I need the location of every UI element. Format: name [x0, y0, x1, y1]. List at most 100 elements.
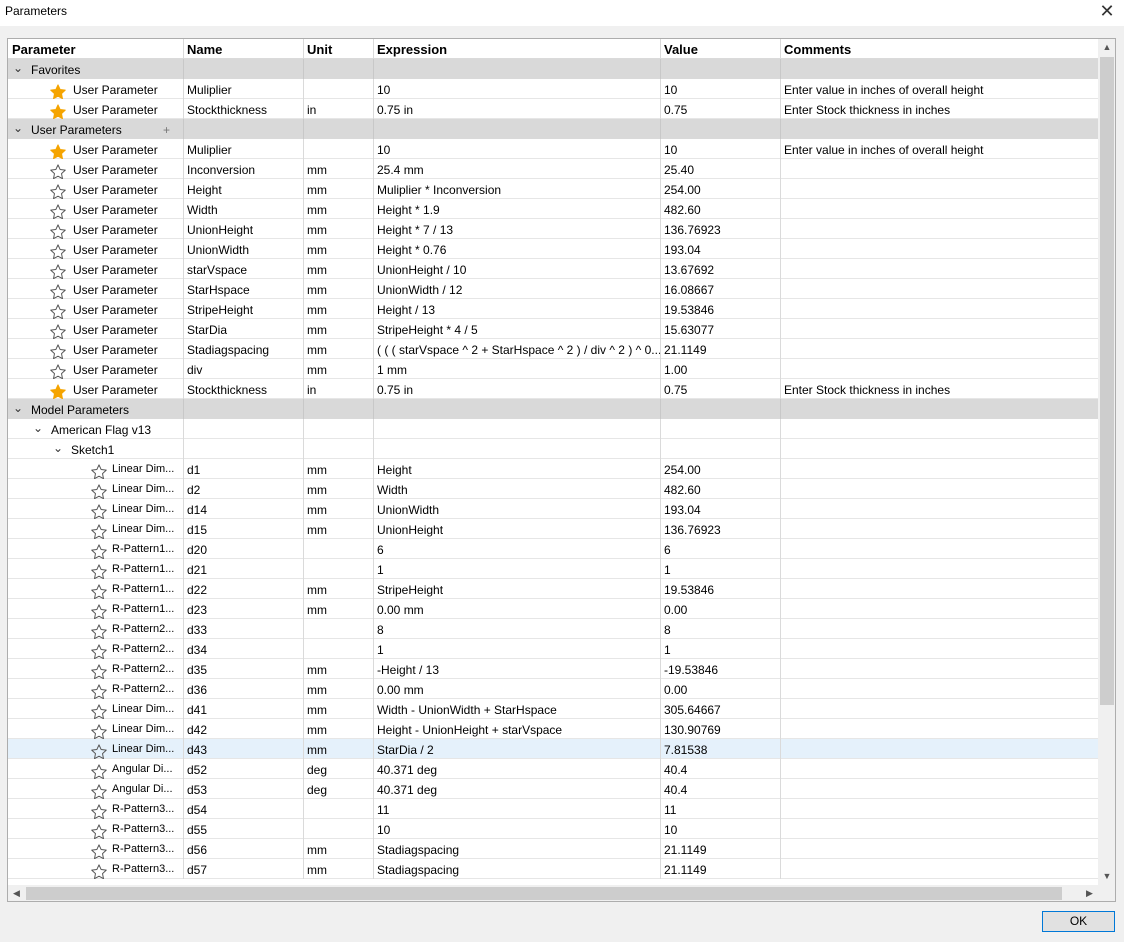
favorite-star-icon[interactable]: [90, 683, 108, 699]
comment-cell[interactable]: [781, 799, 1098, 819]
comment-cell[interactable]: [781, 839, 1098, 859]
group-row[interactable]: ⌄ Model Parameters: [8, 399, 1098, 419]
favorite-star-icon[interactable]: [90, 483, 108, 499]
comment-cell[interactable]: [781, 519, 1098, 539]
horizontal-scroll-thumb[interactable]: [26, 887, 1062, 900]
expression-cell[interactable]: UnionWidth / 12: [374, 279, 661, 299]
comment-cell[interactable]: [781, 819, 1098, 839]
scroll-right-icon[interactable]: ▶: [1081, 885, 1098, 901]
model-parameter-row[interactable]: Linear Dim... d2 mm Width 482.60: [8, 479, 1098, 499]
comment-cell[interactable]: [781, 599, 1098, 619]
comment-cell[interactable]: [781, 279, 1098, 299]
expression-cell[interactable]: StarDia / 2: [374, 739, 661, 759]
model-parameter-row[interactable]: Angular Di... d52 deg 40.371 deg 40.4: [8, 759, 1098, 779]
model-parameter-row[interactable]: R-Pattern2... d36 mm 0.00 mm 0.00: [8, 679, 1098, 699]
expression-cell[interactable]: 0.75 in: [374, 379, 661, 399]
model-parameter-row[interactable]: Linear Dim... d43 mm StarDia / 2 7.81538: [8, 739, 1098, 759]
favorite-star-icon[interactable]: [49, 143, 67, 159]
favorite-star-icon[interactable]: [90, 803, 108, 819]
user-parameter-row[interactable]: User Parameter Inconversion mm 25.4 mm 25.40: [8, 159, 1098, 179]
comment-cell[interactable]: [781, 479, 1098, 499]
comment-cell[interactable]: [781, 199, 1098, 219]
comment-cell[interactable]: [781, 539, 1098, 559]
favorite-star-icon[interactable]: [49, 263, 67, 279]
favorite-star-icon[interactable]: [90, 863, 108, 879]
favorite-star-icon[interactable]: [90, 843, 108, 859]
favorite-star-icon[interactable]: [90, 623, 108, 639]
user-parameter-row[interactable]: User Parameter div mm 1 mm 1.00: [8, 359, 1098, 379]
favorite-star-icon[interactable]: [90, 723, 108, 739]
comment-cell[interactable]: [781, 319, 1098, 339]
chevron-down-icon[interactable]: ⌄: [13, 122, 23, 134]
column-header-unit[interactable]: Unit: [304, 39, 374, 59]
favorite-star-icon[interactable]: [49, 83, 67, 99]
expression-cell[interactable]: UnionWidth: [374, 499, 661, 519]
comment-cell[interactable]: [781, 339, 1098, 359]
expression-cell[interactable]: 25.4 mm: [374, 159, 661, 179]
add-parameter-icon[interactable]: +: [163, 123, 170, 137]
favorite-star-icon[interactable]: [90, 563, 108, 579]
tree-node-row[interactable]: ⌄ Sketch1: [8, 439, 1098, 459]
comment-cell[interactable]: [781, 719, 1098, 739]
expression-cell[interactable]: Height / 13: [374, 299, 661, 319]
user-parameter-row[interactable]: User Parameter Stockthickness in 0.75 in 0.7…: [8, 379, 1098, 399]
expression-cell[interactable]: UnionHeight: [374, 519, 661, 539]
favorite-star-icon[interactable]: [49, 303, 67, 319]
scroll-down-icon[interactable]: ▼: [1098, 868, 1115, 885]
model-parameter-row[interactable]: Linear Dim... d14 mm UnionWidth 193.04: [8, 499, 1098, 519]
favorite-star-icon[interactable]: [90, 583, 108, 599]
favorite-star-icon[interactable]: [90, 643, 108, 659]
model-parameter-row[interactable]: R-Pattern3... d57 mm Stadiagspacing 21.1149: [8, 859, 1098, 879]
favorite-star-icon[interactable]: [90, 503, 108, 519]
comment-cell[interactable]: [781, 659, 1098, 679]
comment-cell[interactable]: [781, 739, 1098, 759]
column-header-expression[interactable]: Expression: [374, 39, 661, 59]
comment-cell[interactable]: [781, 859, 1098, 879]
comment-cell[interactable]: [781, 259, 1098, 279]
comment-cell[interactable]: [781, 619, 1098, 639]
expression-cell[interactable]: Width: [374, 479, 661, 499]
favorite-star-icon[interactable]: [49, 103, 67, 119]
expression-cell[interactable]: -Height / 13: [374, 659, 661, 679]
tree-node-row[interactable]: ⌄ American Flag v13: [8, 419, 1098, 439]
model-parameter-row[interactable]: R-Pattern3... d55 10 10: [8, 819, 1098, 839]
comment-cell[interactable]: [781, 159, 1098, 179]
comment-cell[interactable]: [781, 499, 1098, 519]
model-parameter-row[interactable]: Linear Dim... d41 mm Width - UnionWidth + S…: [8, 699, 1098, 719]
favorite-star-icon[interactable]: [90, 543, 108, 559]
user-parameter-row[interactable]: User Parameter StripeHeight mm Height / 13 1…: [8, 299, 1098, 319]
user-parameter-row[interactable]: User Parameter Height mm Muliplier * Inconv…: [8, 179, 1098, 199]
user-parameter-row[interactable]: User Parameter Muliplier 10 10 Enter value i…: [8, 139, 1098, 159]
user-parameter-row[interactable]: User Parameter Muliplier 10 10 Enter value i…: [8, 79, 1098, 99]
comment-cell[interactable]: [781, 239, 1098, 259]
favorite-star-icon[interactable]: [90, 463, 108, 479]
comment-cell[interactable]: [781, 579, 1098, 599]
favorite-star-icon[interactable]: [90, 663, 108, 679]
favorite-star-icon[interactable]: [49, 383, 67, 399]
favorite-star-icon[interactable]: [90, 783, 108, 799]
chevron-down-icon[interactable]: ⌄: [13, 62, 23, 74]
favorite-star-icon[interactable]: [90, 743, 108, 759]
expression-cell[interactable]: Height * 7 / 13: [374, 219, 661, 239]
favorite-star-icon[interactable]: [49, 223, 67, 239]
model-parameter-row[interactable]: Linear Dim... d15 mm UnionHeight 136.76923: [8, 519, 1098, 539]
favorite-star-icon[interactable]: [90, 703, 108, 719]
expression-cell[interactable]: 10: [374, 139, 661, 159]
expression-cell[interactable]: 0.00 mm: [374, 599, 661, 619]
comment-cell[interactable]: Enter Stock thickness in inches: [781, 99, 1098, 119]
expression-cell[interactable]: 0.75 in: [374, 99, 661, 119]
comment-cell[interactable]: [781, 459, 1098, 479]
comment-cell[interactable]: Enter Stock thickness in inches: [781, 379, 1098, 399]
expression-cell[interactable]: Height * 1.9: [374, 199, 661, 219]
vertical-scrollbar[interactable]: ▲ ▼: [1098, 39, 1115, 885]
favorite-star-icon[interactable]: [49, 163, 67, 179]
favorite-star-icon[interactable]: [49, 343, 67, 359]
model-parameter-row[interactable]: Linear Dim... d42 mm Height - UnionHeight +…: [8, 719, 1098, 739]
expression-cell[interactable]: 1: [374, 559, 661, 579]
model-parameter-row[interactable]: Angular Di... d53 deg 40.371 deg 40.4: [8, 779, 1098, 799]
group-row[interactable]: ⌄ User Parameters +: [8, 119, 1098, 139]
model-parameter-row[interactable]: R-Pattern2... d33 8 8: [8, 619, 1098, 639]
favorite-star-icon[interactable]: [49, 243, 67, 259]
scroll-left-icon[interactable]: ◀: [8, 885, 25, 901]
user-parameter-row[interactable]: User Parameter starVspace mm UnionHeight / …: [8, 259, 1098, 279]
